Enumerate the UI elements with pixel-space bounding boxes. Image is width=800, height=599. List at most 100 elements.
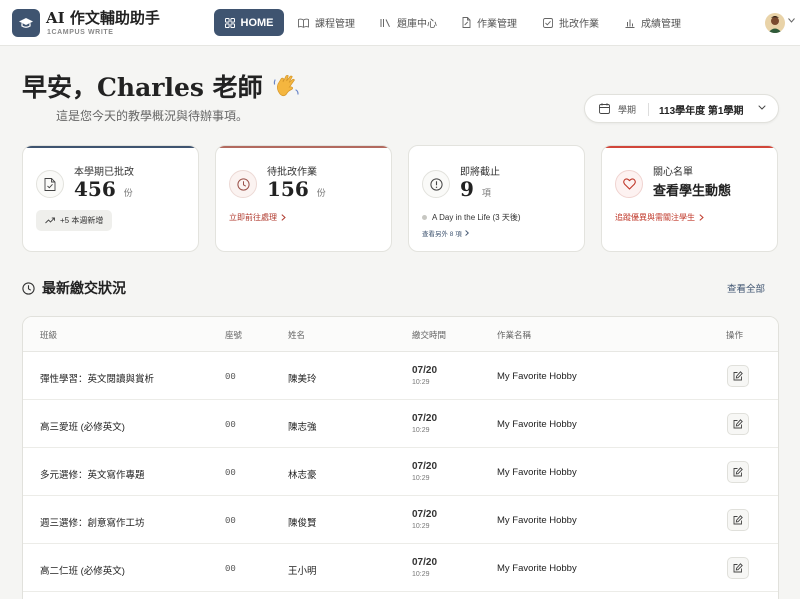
cell-time: 10:29 [412,379,430,386]
col-assignment: 作業名稱 [497,330,532,340]
chevron-down-icon[interactable] [788,18,795,23]
nav-scores[interactable]: 成績管理 [625,15,681,30]
view-more-link[interactable]: 查看另外 8 項 [422,228,469,238]
table-row[interactable]: 高二仁班 (必修英文) 00 王小明 07/20 10:29 My Favori… [23,544,778,592]
edit-button[interactable] [727,413,749,435]
nav-grading[interactable]: 批改作業 [543,15,599,30]
cell-class: 高三愛班 (必修英文) [40,422,125,433]
cell-date: 07/20 [412,509,438,520]
chevron-down-icon [758,105,766,110]
cell-time: 10:29 [412,523,430,530]
table-row[interactable]: 多元選修：英文寫作專題 00 林志豪 07/20 10:29 My Favori… [23,448,778,496]
edit-icon [733,419,743,429]
cell-date: 07/20 [412,461,438,472]
nav-assignments[interactable]: 作業管理 [462,15,517,30]
cell-name: 王小明 [288,566,317,577]
track-students-link[interactable]: 追蹤優異與需關注學生 [615,212,704,223]
table-row[interactable]: 高三愛班 (必修英文) 00 陳志強 07/20 10:29 My Favori… [23,400,778,448]
waving-hand-icon [273,75,299,97]
go-process-link[interactable]: 立即前往處理 [229,212,286,223]
card-label: 關心名單 [653,167,693,178]
cell-name: 林志豪 [288,470,317,481]
file-icon [462,17,471,28]
section-title: 最新繳交狀況 [22,278,126,298]
nav-question-bank[interactable]: 題庫中心 [380,15,437,30]
clock-icon [229,170,257,198]
cell-seat: 00 [225,420,236,430]
card-accent-line [23,146,198,148]
cell-seat: 00 [225,372,236,382]
edit-button[interactable] [727,509,749,531]
page-subtitle: 這是您今天的教學概況與待辦事項。 [56,109,249,123]
weekly-new-badge: +5 本週新增 [36,210,113,231]
card-accent-line [216,146,391,148]
cell-date: 07/20 [412,413,438,424]
grid-icon [224,17,235,28]
stat-card-pending: 待批改作業 156 份 立即前往處理 [215,145,392,252]
heart-icon [615,170,643,198]
alert-circle-icon [422,170,450,198]
app-subtitle: 1CAMPUS WRITE [47,29,114,36]
cell-assignment: My Favorite Hobby [497,515,577,526]
trending-up-icon [45,217,55,224]
card-label: 待批改作業 [267,167,317,178]
user-avatar[interactable] [765,13,785,33]
cell-class: 多元選修：英文寫作專題 [40,470,145,481]
stat-card-graded: 本學期已批改 456 份 +5 本週新增 [22,145,199,252]
cell-class: 彈性學習：英文閱讀與賞析 [40,374,155,385]
app-title: AI 作文輔助助手 [46,9,160,27]
cell-seat: 00 [225,468,236,478]
edit-button[interactable] [727,365,749,387]
edit-button[interactable] [727,557,749,579]
cell-assignment: My Favorite Hobby [497,563,577,574]
bar-chart-icon [625,19,635,28]
semester-select[interactable]: 學期 113學年度 第1學期 [584,94,779,123]
card-label: 即將截止 [460,167,500,178]
cell-class: 週三選修：創意寫作工坊 [40,518,145,529]
chevron-right-icon [699,214,704,221]
cell-seat: 00 [225,516,236,526]
edit-button[interactable] [727,461,749,483]
edit-icon [733,515,743,525]
clock-icon [22,281,35,295]
table-header: 班級 座號 姓名 繳交時間 作業名稱 操作 [23,317,778,352]
divider [648,103,649,116]
chevron-right-icon [465,230,469,236]
stat-card-care-list: 關心名單 查看學生動態 追蹤優異與需關注學生 [601,145,778,252]
cell-class: 高二仁班 (必修英文) [40,566,125,577]
chevron-right-icon [281,214,286,221]
top-nav: AI 作文輔助助手 1CAMPUS WRITE HOME 課程管理 題庫中心 作… [0,0,800,46]
col-actions: 操作 [726,330,744,340]
cell-time: 10:29 [412,571,430,578]
nav-courses[interactable]: 課程管理 [298,15,355,30]
cell-name: 陳美玲 [288,374,317,385]
col-submit-time: 繳交時間 [412,330,447,340]
cell-date: 07/20 [412,557,438,568]
col-class: 班級 [40,330,58,340]
book-icon [298,18,309,28]
cell-name: 陳俊賢 [288,518,317,529]
cell-name: 陳志強 [288,422,317,433]
status-dot [422,215,427,220]
cell-assignment: My Favorite Hobby [497,371,577,382]
col-seat: 座號 [225,330,243,340]
nav-home-label: HOME [240,16,274,29]
card-value: 456 份 [74,177,133,201]
due-assignment-item[interactable]: A Day in the Life (3 天後) [422,212,520,223]
col-name: 姓名 [288,330,306,340]
table-row[interactable]: 週三選修：創意寫作工坊 00 陳俊賢 07/20 10:29 My Favori… [23,496,778,544]
cell-assignment: My Favorite Hobby [497,419,577,430]
card-value: 156 份 [267,177,326,201]
card-accent-line [602,146,777,148]
cell-date: 07/20 [412,365,438,376]
table-row[interactable]: 彈性學習：英文閱讀與賞析 00 陳美玲 07/20 10:29 My Favor… [23,352,778,400]
nav-home-button[interactable]: HOME [214,9,284,36]
edit-icon [733,563,743,573]
cell-assignment: My Favorite Hobby [497,467,577,478]
graduation-cap-icon[interactable] [12,9,40,37]
view-all-link[interactable]: 查看全部 [727,281,765,295]
submissions-table: 班級 座號 姓名 繳交時間 作業名稱 操作 彈性學習：英文閱讀與賞析 00 陳美… [22,316,779,599]
file-check-icon [36,170,64,198]
cell-seat: 00 [225,564,236,574]
library-icon [380,18,390,27]
